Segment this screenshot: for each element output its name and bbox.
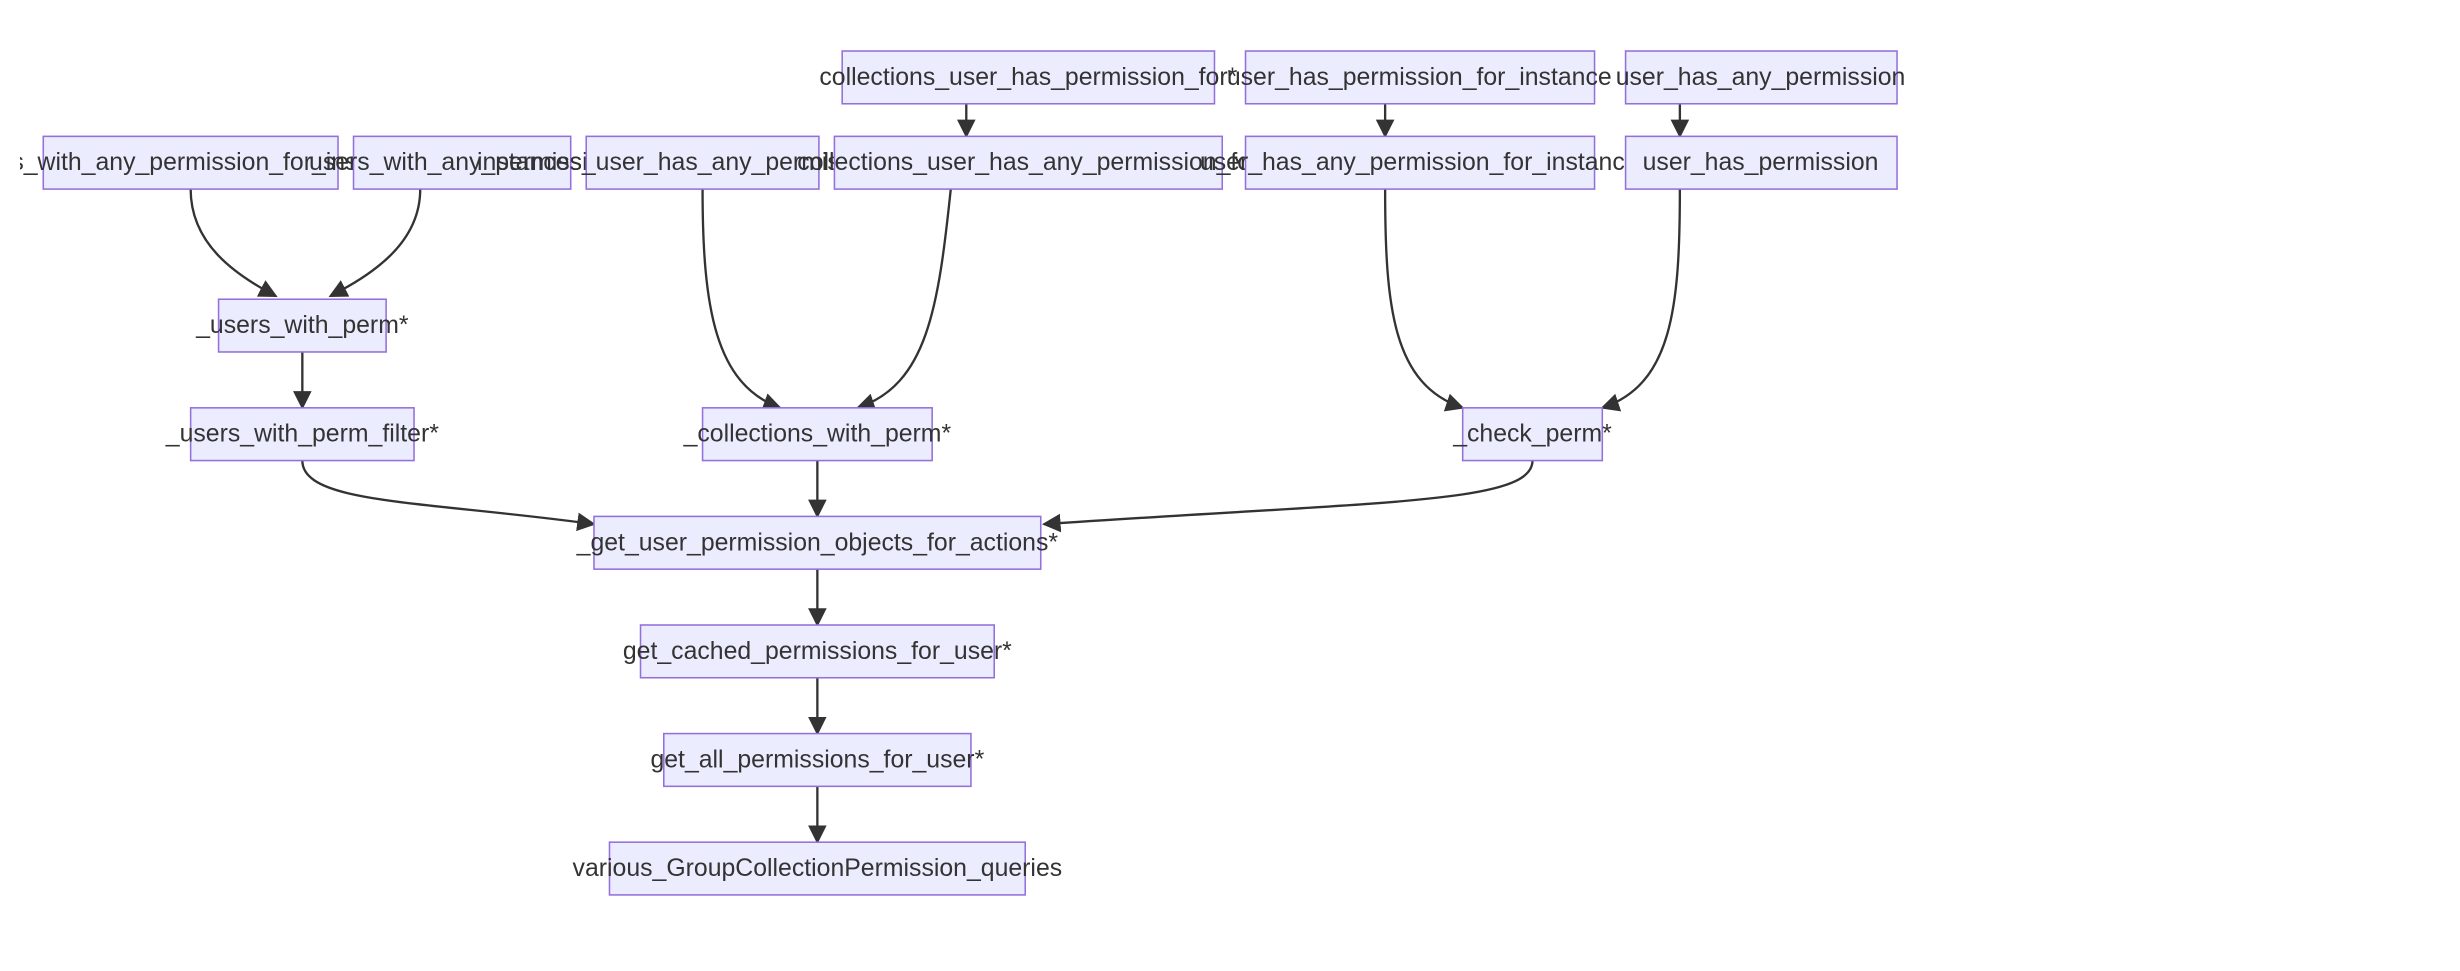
node-get-cached-permissions-for-user: get_cached_permissions_for_user* [623,625,1012,678]
node-label: collections_user_has_permission_for* [819,64,1237,91]
node-label: user_has_permission_for_instance [1227,64,1612,91]
node-label: collections_user_has_any_permission_for [797,149,1259,176]
node-users-with-perm: _users_with_perm* [195,299,409,352]
node-check-perm: _check_perm* [1452,408,1612,461]
node-label: user_has_any_permission_for_instance [1200,149,1639,176]
node-user-has-permission-for-instance: user_has_permission_for_instance [1227,51,1612,104]
node-collections-user-has-permission-for: collections_user_has_permission_for* [819,51,1237,104]
node-label: _users_with_perm_filter* [165,421,439,448]
node-user-has-permission: user_has_permission [1626,136,1897,189]
node-various-group-collection-permission-queries: various_GroupCollectionPermission_querie… [573,842,1063,895]
node-collections-with-perm: _collections_with_perm* [683,408,952,461]
node-label: get_all_permissions_for_user* [650,746,984,773]
node-collections-user-has-any-permission-for: collections_user_has_any_permission_for [797,136,1259,189]
node-label: _collections_with_perm* [683,421,952,448]
node-label: user_has_any_permission [1616,64,1906,91]
node-users-with-perm-filter: _users_with_perm_filter* [165,408,439,461]
node-get-user-permission-objects-for-actions: _get_user_permission_objects_for_actions… [576,516,1059,569]
node-user-has-any-permission-for-instance: user_has_any_permission_for_instance [1200,136,1639,189]
node-label: get_cached_permissions_for_user* [623,638,1012,665]
node-label: _users_with_perm* [195,312,409,339]
node-label: user_has_permission [1643,149,1879,176]
node-user-has-any-permission: user_has_any_permission [1616,51,1906,104]
node-label: various_GroupCollectionPermission_querie… [573,855,1063,882]
node-get-all-permissions-for-user: get_all_permissions_for_user* [650,734,984,787]
node-label: _check_perm* [1452,421,1612,448]
node-label: _get_user_permission_objects_for_actions… [576,529,1059,556]
flowchart-diagram: collections_user_has_permission_for* use… [20,20,2440,951]
